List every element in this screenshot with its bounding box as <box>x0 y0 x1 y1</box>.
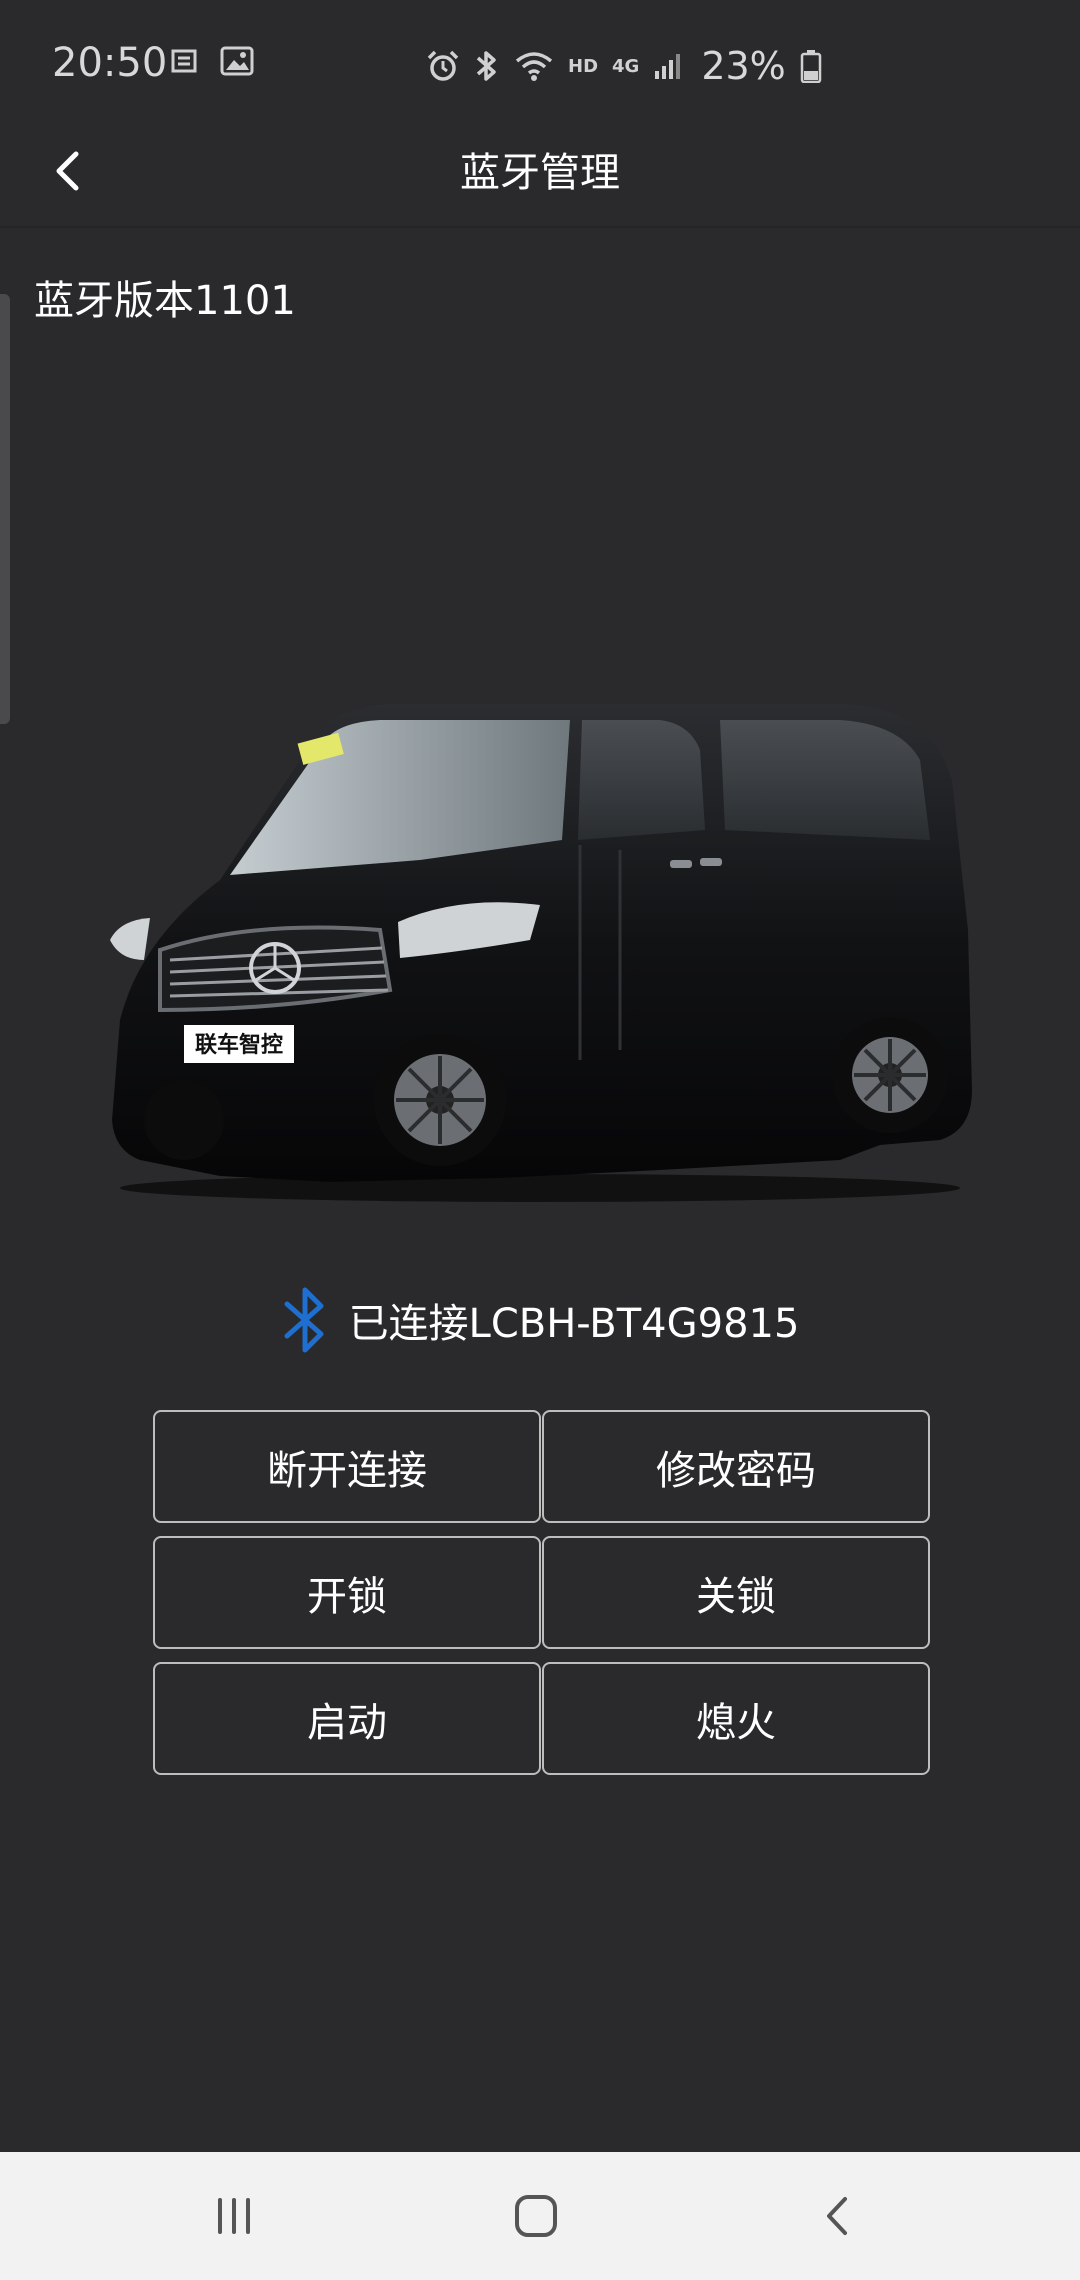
nav-back-button[interactable] <box>798 2186 878 2246</box>
home-button[interactable] <box>496 2186 576 2246</box>
battery-icon <box>800 50 822 83</box>
alarm-icon <box>427 50 459 81</box>
control-buttons: 断开连接 修改密码 开锁 关锁 启动 熄火 <box>153 1410 930 1775</box>
status-notification-icons <box>170 46 254 76</box>
start-engine-button[interactable]: 启动 <box>153 1662 541 1775</box>
wifi-icon <box>515 52 553 81</box>
stop-engine-button[interactable]: 熄火 <box>542 1662 930 1775</box>
recent-apps-button[interactable] <box>194 2186 274 2246</box>
page-title: 蓝牙管理 <box>460 150 620 196</box>
car-plate-text: 联车智控 <box>195 1032 283 1058</box>
lock-button[interactable]: 关锁 <box>542 1536 930 1649</box>
status-time: 20:50 <box>52 40 168 86</box>
direct-notification-icon <box>171 49 197 73</box>
change-password-button[interactable]: 修改密码 <box>542 1410 930 1523</box>
connection-status-text: 已连接LCBH-BT4G9815 <box>348 1301 800 1347</box>
scroll-indicator[interactable] <box>0 294 10 724</box>
hd-label: HD <box>568 55 599 77</box>
image-notification-icon <box>220 46 254 76</box>
battery-percent: 23% <box>701 44 786 88</box>
unlock-button[interactable]: 开锁 <box>153 1536 541 1649</box>
car-image: 联车智控 <box>110 704 972 1202</box>
app-bar: 蓝牙管理 <box>0 110 1080 228</box>
status-system-icons: HD 4G 23% <box>426 44 822 88</box>
back-icon <box>827 2197 847 2235</box>
disconnect-button[interactable]: 断开连接 <box>153 1410 541 1523</box>
bluetooth-version-label: 蓝牙版本1101 <box>34 278 296 324</box>
connection-status: 已连接LCBH-BT4G9815 <box>0 1284 1080 1356</box>
signal-icon <box>655 54 681 79</box>
bluetooth-icon <box>284 1287 324 1353</box>
bluetooth-status-icon <box>476 51 496 81</box>
home-icon <box>515 2195 557 2237</box>
system-navigation-bar <box>0 2152 1080 2280</box>
network-type-label: 4G <box>612 55 640 77</box>
recent-apps-icon <box>218 2198 250 2234</box>
